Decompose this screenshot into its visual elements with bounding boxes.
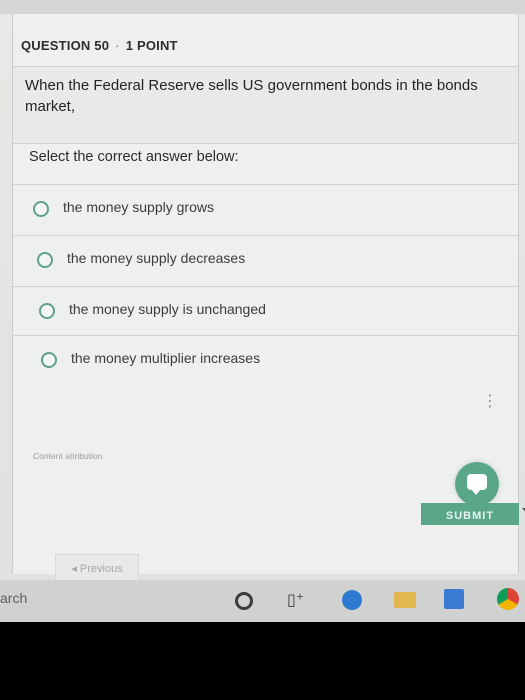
- answer-option-3[interactable]: the money supply is unchanged: [13, 286, 518, 335]
- answer-option-1[interactable]: the money supply grows: [13, 184, 518, 233]
- browser-viewport: QUESTION 50 · 1 POINT When the Federal Res…: [0, 0, 525, 622]
- header-separator: ·: [115, 38, 120, 53]
- question-header: QUESTION 50 · 1 POINT: [21, 38, 178, 53]
- radio-button[interactable]: [37, 252, 53, 268]
- option-label[interactable]: the money supply decreases: [67, 250, 245, 266]
- question-number: QUESTION 50: [21, 38, 110, 53]
- top-strip: [0, 0, 525, 14]
- answer-prompt: Select the correct answer below:: [29, 149, 239, 165]
- radio-button[interactable]: [39, 303, 55, 319]
- submit-button[interactable]: SUBMIT: [421, 503, 519, 525]
- cortana-icon[interactable]: [235, 592, 253, 610]
- question-text-box: When the Federal Reserve sells US govern…: [13, 66, 518, 144]
- chrome-icon[interactable]: [497, 588, 519, 610]
- chat-bubble-icon: [467, 474, 487, 495]
- taskbar-search-box[interactable]: arch: [0, 590, 27, 606]
- question-card: QUESTION 50 · 1 POINT When the Federal Res…: [12, 14, 525, 584]
- question-text: When the Federal Reserve sells US govern…: [25, 77, 478, 115]
- more-options-icon[interactable]: ⋮: [482, 394, 498, 410]
- radio-button[interactable]: [41, 352, 57, 368]
- content-attribution-link[interactable]: Content attribution: [33, 451, 102, 461]
- option-label[interactable]: the money supply grows: [63, 199, 214, 215]
- edge-icon[interactable]: [342, 590, 362, 610]
- answer-option-2[interactable]: the money supply decreases: [13, 235, 518, 284]
- radio-button[interactable]: [33, 201, 49, 217]
- file-explorer-icon[interactable]: [394, 592, 416, 608]
- chat-help-button[interactable]: [455, 462, 499, 506]
- option-label[interactable]: the money supply is unchanged: [69, 301, 266, 317]
- question-points: 1 POINT: [125, 38, 178, 53]
- option-label[interactable]: the money multiplier increases: [71, 350, 260, 366]
- answer-option-4[interactable]: the money multiplier increases: [13, 335, 518, 384]
- task-view-icon[interactable]: ▯⁺: [287, 590, 304, 610]
- store-icon[interactable]: [444, 589, 464, 609]
